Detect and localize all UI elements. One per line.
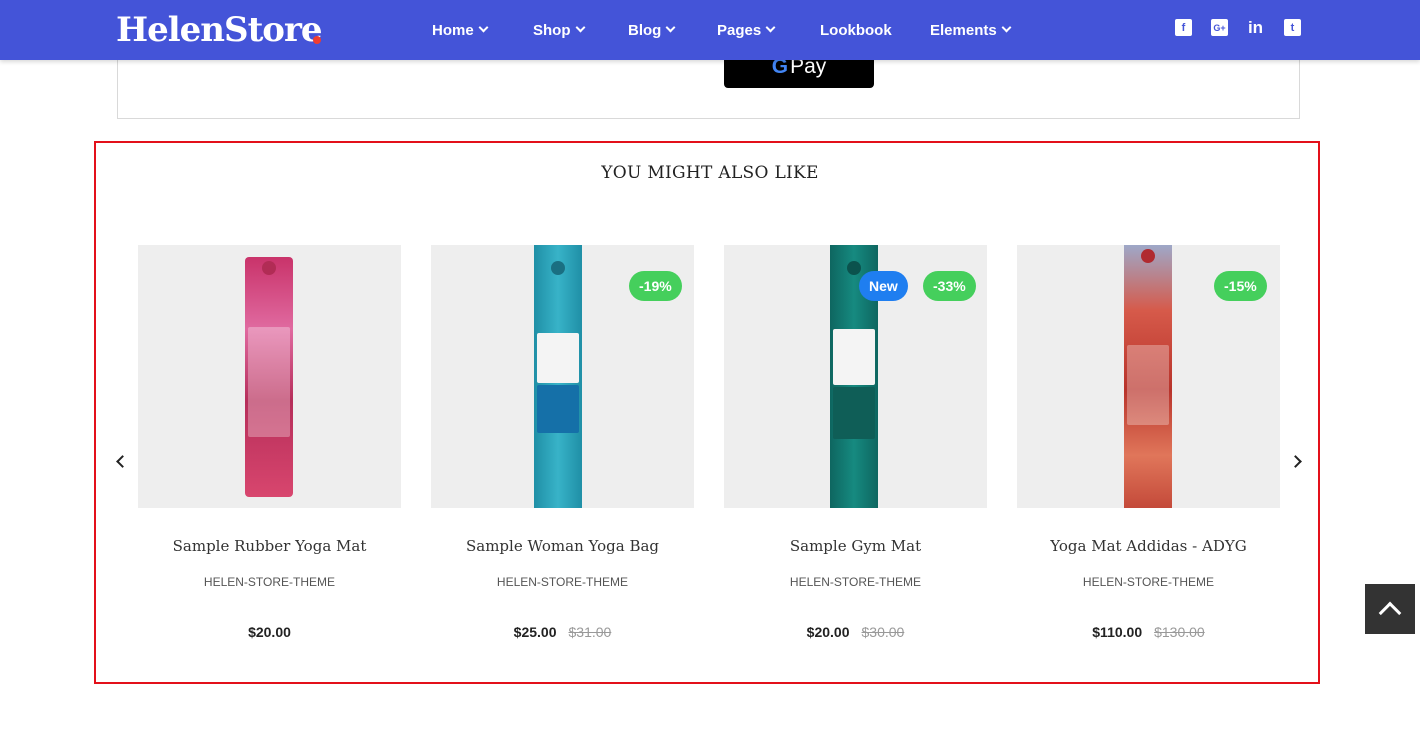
product-prices: $20.00 $30.00 (724, 624, 987, 640)
product-price: $20.00 (248, 624, 291, 640)
new-badge: New (859, 271, 908, 301)
product-old-price: $30.00 (861, 624, 905, 640)
yoga-mat-image (245, 257, 293, 497)
facebook-icon[interactable]: f (1175, 19, 1192, 36)
product-image[interactable]: -15% (1017, 245, 1280, 508)
yoga-mat-image (534, 245, 582, 508)
brand-logo-icon (1141, 249, 1155, 263)
product-prices: $110.00 $130.00 (1017, 624, 1280, 640)
product-image[interactable]: -19% (431, 245, 694, 508)
product-old-price: $31.00 (568, 624, 612, 640)
product-card[interactable]: -15% Yoga Mat Addidas - ADYG HELEN-STORE… (1017, 245, 1280, 655)
mat-label-lower (537, 385, 579, 433)
product-prices: $20.00 (138, 624, 401, 640)
product-old-price: $130.00 (1154, 624, 1205, 640)
nav-item-home[interactable]: Home (432, 0, 489, 60)
product-card[interactable]: Sample Rubber Yoga Mat HELEN-STORE-THEME… (138, 245, 401, 655)
product-vendor: HELEN-STORE-THEME (1082, 575, 1215, 589)
product-vendor: HELEN-STORE-THEME (203, 575, 336, 589)
discount-badge: -15% (1214, 271, 1267, 301)
chevron-down-icon (478, 22, 489, 32)
chevron-up-icon (1378, 601, 1402, 625)
mat-label-lower (833, 387, 875, 439)
product-card[interactable]: -19% Sample Woman Yoga Bag HELEN-STORE-T… (431, 245, 694, 655)
product-image[interactable]: New -33% (724, 245, 987, 508)
mat-label (833, 329, 875, 385)
product-vendor: HELEN-STORE-THEME (789, 575, 922, 589)
nav-label: Lookbook (820, 21, 892, 39)
mat-label (1127, 345, 1169, 425)
nav-item-shop[interactable]: Shop (533, 0, 585, 60)
back-to-top-button[interactable] (1365, 584, 1415, 634)
mat-label (537, 333, 579, 383)
nav-item-lookbook[interactable]: Lookbook (820, 0, 892, 60)
top-navigation-bar: HelenStore Home Shop Blog Pages Lookbook… (0, 0, 1420, 60)
nav-label: Shop (533, 21, 571, 39)
nav-item-pages[interactable]: Pages (717, 0, 776, 60)
logo-dot (313, 36, 321, 44)
discount-badge: -33% (923, 271, 976, 301)
yoga-mat-image (1124, 245, 1172, 508)
google-plus-icon[interactable]: G+ (1211, 19, 1228, 36)
product-name[interactable]: Sample Rubber Yoga Mat (138, 537, 401, 555)
mat-label (248, 327, 290, 437)
product-vendor: HELEN-STORE-THEME (496, 575, 629, 589)
product-name[interactable]: Sample Gym Mat (724, 537, 987, 555)
nav-label: Pages (717, 21, 762, 39)
chevron-down-icon (765, 22, 776, 32)
product-name[interactable]: Yoga Mat Addidas - ADYG (1017, 537, 1280, 555)
twitter-icon[interactable]: t (1284, 19, 1301, 36)
nav-label: Home (432, 21, 474, 39)
nav-item-elements[interactable]: Elements (930, 0, 1012, 60)
store-logo[interactable]: HelenStore (116, 10, 323, 50)
chevron-down-icon (665, 22, 676, 32)
product-card[interactable]: New -33% Sample Gym Mat HELEN-STORE-THEM… (724, 245, 987, 655)
product-image[interactable] (138, 245, 401, 508)
discount-badge: -19% (629, 271, 682, 301)
section-title: YOU MIGHT ALSO LIKE (601, 163, 819, 183)
brand-logo-icon (262, 261, 276, 275)
chevron-down-icon (575, 22, 585, 32)
brand-logo-icon (847, 261, 861, 275)
nav-label: Elements (930, 21, 997, 39)
linkedin-icon[interactable]: in (1247, 18, 1264, 37)
product-name[interactable]: Sample Woman Yoga Bag (431, 537, 694, 555)
nav-item-blog[interactable]: Blog (628, 0, 676, 60)
product-price: $25.00 (513, 624, 557, 640)
product-prices: $25.00 $31.00 (431, 624, 694, 640)
brand-logo-icon (551, 261, 565, 275)
nav-label: Blog (628, 21, 662, 39)
product-price: $110.00 (1092, 624, 1143, 640)
chevron-down-icon (1001, 22, 1012, 32)
product-price: $20.00 (806, 624, 850, 640)
